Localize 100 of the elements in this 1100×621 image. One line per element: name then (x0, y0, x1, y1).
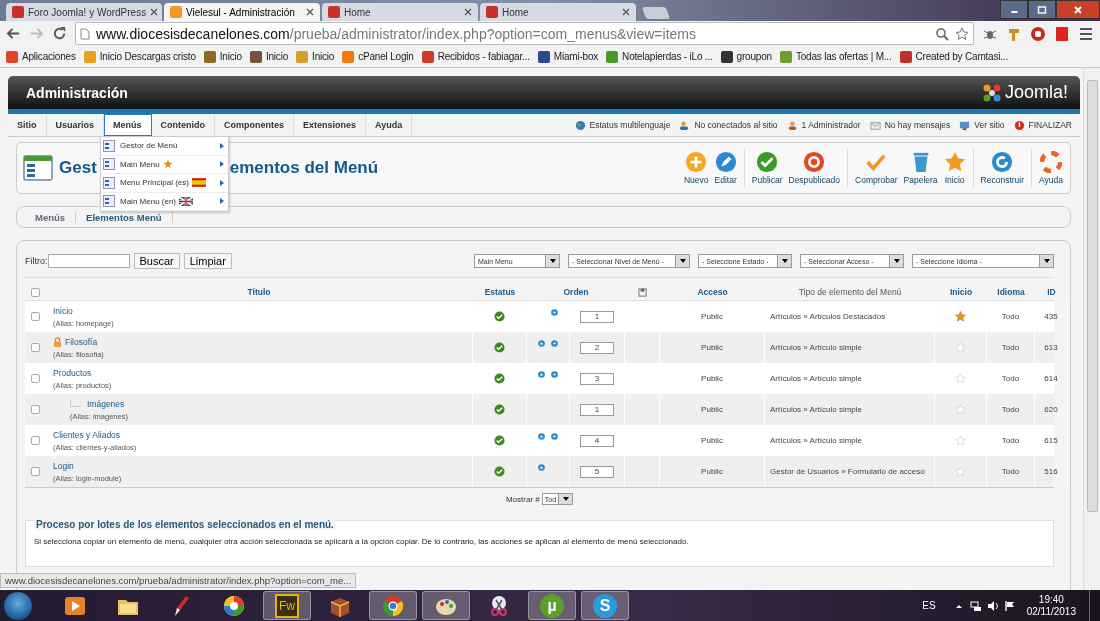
default-star-icon[interactable] (955, 311, 966, 322)
row-checkbox[interactable] (30, 405, 40, 414)
dropdown-item[interactable]: Main Menu (101, 155, 228, 174)
flag-icon[interactable] (1003, 599, 1016, 612)
document-icon[interactable] (1054, 25, 1070, 42)
filter-button[interactable]: Limpiar (183, 253, 232, 269)
published-icon[interactable] (494, 404, 505, 415)
language-indicator[interactable]: ES (922, 600, 936, 611)
move-down-icon[interactable] (551, 433, 558, 440)
bookmark[interactable]: Inicio (203, 50, 242, 63)
dropdown-item[interactable]: Menu Principal (es) (101, 174, 228, 193)
order-field[interactable]: 5 (580, 465, 614, 478)
dropdown-item[interactable]: Main Menu (en) (101, 192, 228, 211)
item-title-link[interactable]: Imágenes (87, 398, 125, 409)
start-button[interactable] (4, 591, 32, 620)
row-checkbox[interactable] (30, 312, 40, 321)
bookmark[interactable]: Miami-box (537, 50, 599, 63)
toolbar-button[interactable]: Reconstruir (977, 151, 1028, 185)
move-up-icon[interactable] (538, 371, 545, 378)
status-link[interactable]: Estatus multilenguaje (574, 114, 671, 136)
menu-item[interactable]: Extensiones (294, 114, 367, 136)
order-field[interactable]: 4 (580, 434, 614, 447)
toolbar-button[interactable]: Editar (711, 151, 740, 185)
column-header[interactable]: Inicio (935, 287, 987, 297)
published-icon[interactable] (494, 311, 505, 322)
menu-item[interactable]: Ayuda (366, 114, 413, 136)
star-icon[interactable] (955, 26, 969, 41)
item-title-link[interactable]: Login (53, 460, 74, 471)
star-outline-icon[interactable] (955, 404, 966, 415)
published-icon[interactable] (494, 342, 505, 353)
move-up-icon[interactable] (538, 433, 545, 440)
menu-icon[interactable] (1078, 25, 1094, 42)
bookmark[interactable]: groupon (720, 50, 772, 63)
address-field[interactable]: www.diocesisdecanelones.com/prueba/administrator/index.php?option=com_menus&view=items (75, 22, 974, 45)
taskbar-app[interactable]: Fw (263, 591, 311, 620)
close-icon[interactable] (464, 8, 472, 16)
bookmark[interactable]: Inicio (249, 50, 289, 63)
bookmark[interactable]: Todas las ofertas | M... (779, 50, 892, 63)
column-header[interactable]: ID (1035, 287, 1068, 297)
row-checkbox[interactable] (30, 436, 40, 445)
published-icon[interactable] (494, 466, 505, 477)
scrollbar[interactable] (1083, 68, 1100, 590)
submenu-link[interactable]: Menús (25, 211, 77, 223)
status-link[interactable]: Ver sitio (959, 114, 1005, 136)
move-down-icon[interactable] (551, 371, 558, 378)
column-header[interactable]: Acceso (660, 287, 765, 297)
item-title-link[interactable]: Filosofía (65, 336, 98, 347)
menu-item[interactable]: Menús (104, 114, 152, 136)
bookmark[interactable]: Aplicaciones (6, 50, 76, 63)
close-icon[interactable] (622, 8, 630, 16)
row-checkbox[interactable] (30, 467, 40, 476)
published-icon[interactable] (494, 373, 505, 384)
save-order-icon[interactable] (638, 287, 647, 297)
column-header[interactable]: Título (45, 287, 473, 297)
reload-icon[interactable] (52, 26, 67, 41)
column-header[interactable]: Estatus (473, 287, 527, 297)
browser-tab[interactable]: Vielesul - Administración (164, 3, 320, 21)
volume-icon[interactable] (986, 599, 999, 612)
bookmark[interactable]: Created by Camtasi... (899, 50, 1008, 63)
clock[interactable]: 19:40 02/11/2013 (1026, 593, 1076, 618)
browser-tab[interactable]: Home (322, 3, 478, 21)
search-icon[interactable] (935, 26, 949, 41)
star-outline-icon[interactable] (955, 342, 966, 353)
bookmark[interactable]: Recibidos - fabiagar... (421, 50, 530, 63)
browser-tab[interactable]: Home (480, 3, 636, 21)
filter-field[interactable] (47, 254, 130, 268)
row-checkbox[interactable] (30, 343, 40, 352)
browser-tab[interactable]: Foro Joomla! y WordPress (6, 3, 162, 21)
stop-icon[interactable] (1030, 25, 1046, 42)
back-icon[interactable] (6, 26, 21, 41)
bookmark[interactable]: Notelapierdas - iLo ... (606, 50, 713, 63)
toolbar-button[interactable]: Nuevo (681, 151, 712, 185)
column-header[interactable]: Orden (527, 287, 625, 297)
status-link[interactable]: No conectados al sitio (679, 114, 778, 136)
toolbar-button[interactable]: Papelera (900, 151, 941, 185)
select-all-checkbox[interactable] (30, 287, 40, 297)
network-icon[interactable] (969, 599, 982, 612)
bookmark[interactable]: cPanel Login (342, 50, 414, 63)
star-outline-icon[interactable] (955, 373, 966, 384)
item-title-link[interactable]: Inicio (53, 305, 73, 316)
move-up-icon[interactable] (538, 464, 545, 471)
column-header[interactable]: Idioma (987, 287, 1035, 297)
toolbar-button[interactable]: Comprobar (852, 151, 901, 185)
new-tab-button[interactable] (641, 7, 671, 19)
status-link[interactable]: FINALIZAR (1013, 114, 1072, 136)
bookmark[interactable]: Inicio Descargas cristo (83, 50, 196, 63)
filter-button[interactable]: Buscar (133, 253, 180, 269)
item-title-link[interactable]: Productos (53, 367, 92, 378)
menu-item[interactable]: Sitio (8, 114, 47, 136)
dropdown-item[interactable]: Gestor de Menú (101, 137, 228, 156)
minimize-button[interactable] (1000, 0, 1028, 19)
order-field[interactable]: 1 (580, 310, 614, 323)
close-icon[interactable] (150, 8, 159, 16)
published-icon[interactable] (494, 435, 505, 446)
toolbar-button[interactable]: Ayuda (1036, 151, 1066, 185)
order-field[interactable]: 1 (580, 403, 614, 416)
star-outline-icon[interactable] (955, 466, 966, 477)
star-outline-icon[interactable] (955, 435, 966, 446)
toolbar-button[interactable]: Inicio (940, 151, 969, 185)
move-down-icon[interactable] (551, 340, 558, 347)
